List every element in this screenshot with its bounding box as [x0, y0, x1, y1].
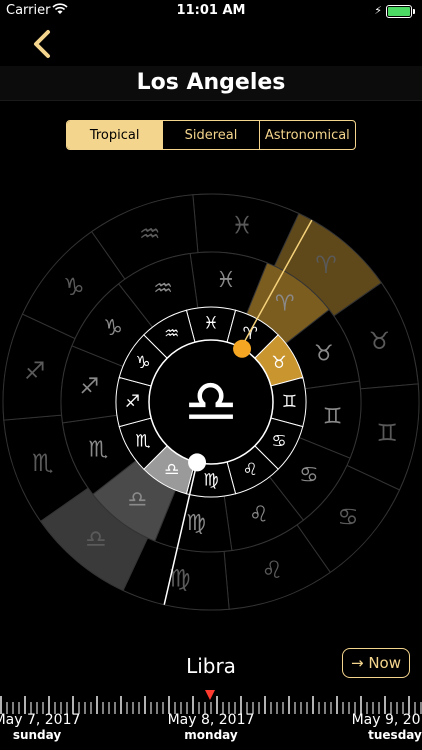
zodiac-glyph: ♐ [80, 375, 100, 400]
zodiac-glyph: ♒ [164, 324, 179, 344]
mode-sidereal[interactable]: Sidereal [162, 121, 258, 149]
day-date: May 9, 2017 [351, 712, 422, 728]
current-time-marker [205, 690, 215, 700]
zodiac-glyph: ♎ [85, 525, 107, 553]
battery-icon [386, 5, 415, 18]
zodiac-glyph: ♑ [135, 353, 150, 373]
zodiac-glyph: ♍ [186, 511, 206, 536]
zodiac-glyph: ♍ [203, 471, 218, 491]
timeline-day-current[interactable]: May 8, 2017 monday [156, 712, 266, 742]
zodiac-glyph: ♑ [103, 316, 123, 341]
center-sign-glyph: ♎ [184, 367, 238, 437]
status-bar: Carrier 11:01 AM ⚡ [0, 0, 422, 22]
mode-label: Sidereal [184, 127, 238, 143]
zodiac-glyph: ♈ [315, 251, 337, 279]
back-button[interactable] [28, 26, 58, 62]
zodiac-glyph: ♉ [368, 327, 390, 355]
clock: 11:01 AM [176, 3, 246, 18]
mode-tropical[interactable]: Tropical [67, 121, 163, 149]
zodiac-mode-selector: Tropical Sidereal Astronomical [66, 120, 356, 150]
zodiac-glyph: ♒ [153, 277, 173, 302]
zodiac-glyph: ♒ [139, 220, 161, 248]
zodiac-glyph: ♋ [299, 463, 319, 488]
zodiac-glyph: ♏ [135, 431, 150, 451]
mode-astronomical[interactable]: Astronomical [258, 121, 355, 149]
navigation-bar [0, 22, 422, 67]
sun-marker-icon[interactable] [233, 339, 252, 358]
day-weekday: sunday [12, 728, 62, 742]
zodiac-glyph: ♓ [216, 268, 236, 293]
zodiac-glyph: ♐ [24, 357, 46, 385]
zodiac-glyph: ♐ [125, 392, 140, 412]
date-timeline[interactable]: May 7, 2017 sunday May 8, 2017 monday Ma… [0, 690, 422, 750]
zodiac-glyph: ♈ [275, 292, 295, 317]
day-date: May 8, 2017 [167, 712, 255, 728]
zodiac-glyph: ♊ [323, 404, 343, 429]
zodiac-glyph: ♉ [271, 353, 286, 373]
location-header: Los Angeles [0, 66, 422, 101]
day-weekday: monday [184, 728, 238, 742]
day-weekday: tuesday [368, 728, 422, 742]
zodiac-glyph: ♎ [164, 460, 179, 480]
zodiac-glyph: ♉ [314, 342, 334, 367]
zodiac-glyph: ♊ [377, 419, 399, 447]
zodiac-glyph: ♌ [261, 556, 283, 584]
chevron-left-icon [34, 30, 50, 58]
zodiac-glyph: ♌ [243, 460, 258, 480]
zodiac-glyph: ♓ [231, 212, 253, 240]
zodiac-glyph: ♏ [88, 437, 108, 462]
day-date: May 7, 2017 [0, 712, 81, 728]
zodiac-glyph: ♌ [249, 502, 269, 527]
moon-marker-icon[interactable] [188, 453, 207, 472]
zodiac-glyph: ♓ [203, 314, 218, 334]
charging-icon: ⚡ [374, 4, 382, 17]
zodiac-glyph: ♎ [127, 487, 147, 512]
mode-label: Astronomical [264, 127, 350, 143]
zodiac-glyph: ♏ [32, 449, 54, 477]
zodiac-glyph: ♋ [337, 503, 359, 531]
timeline-day-next[interactable]: May 9, 2017 tuesday [340, 712, 422, 742]
mode-label: Tropical [89, 127, 140, 143]
zodiac-wheel[interactable]: ♓♈♉♊♋♌♍♎♏♐♑♒♓♈♉♊♋♌♍♎♏♐♑♒♓♈♉♊♋♌♍♎♏♐♑♒ ♎ [0, 160, 422, 630]
zodiac-glyph: ♋ [271, 431, 286, 451]
zodiac-glyph: ♊ [282, 392, 297, 412]
now-button[interactable]: → Now [342, 648, 410, 678]
timeline-day-prev[interactable]: May 7, 2017 sunday [0, 712, 92, 742]
zodiac-glyph: ♑ [63, 273, 85, 301]
location-title: Los Angeles [136, 70, 286, 95]
